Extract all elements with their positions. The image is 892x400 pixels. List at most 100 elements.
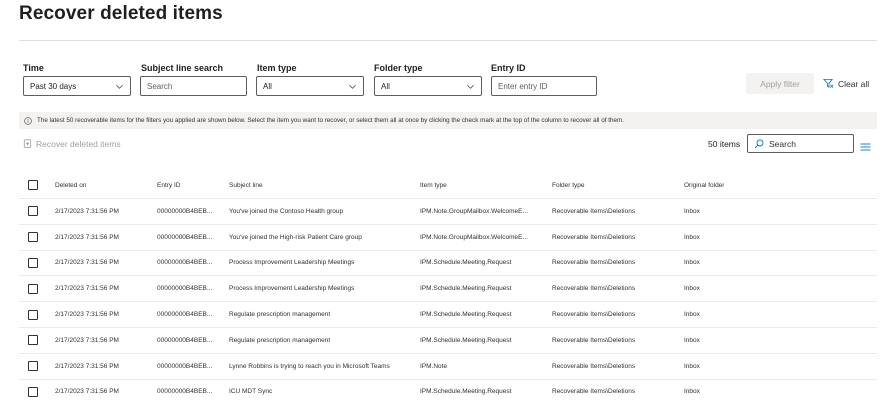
chevron-down-icon	[467, 84, 474, 89]
row-checkbox-cell[interactable]	[28, 199, 38, 224]
select-all-checkbox[interactable]	[28, 180, 38, 190]
page-title: Recover deleted items	[19, 3, 223, 24]
original-folder-cell: Inbox	[684, 362, 700, 370]
column-header-original-folder[interactable]: Original folder	[684, 172, 724, 198]
folder-type-cell: Recoverable Items\Deletions	[552, 207, 636, 215]
items-table: Deleted on Entry ID Subject line Item ty…	[19, 172, 877, 400]
column-header-subject-line[interactable]: Subject line	[229, 172, 263, 198]
table-row[interactable]: 2/17/2023 7:31:56 PM 00000000B4BEB... IC…	[19, 380, 877, 400]
recover-deleted-items-button[interactable]: Recover deleted items	[22, 138, 121, 149]
entry-id-field[interactable]	[491, 76, 597, 96]
row-checkbox[interactable]	[28, 232, 38, 243]
row-checkbox[interactable]	[28, 283, 38, 294]
subject-search-input[interactable]	[147, 81, 240, 91]
subject-search-field[interactable]	[140, 76, 247, 96]
item-type-filter-label: Item type	[257, 63, 297, 73]
row-checkbox-cell[interactable]	[28, 380, 38, 400]
folder-type-cell: Recoverable Items\Deletions	[552, 336, 636, 344]
time-filter-dropdown[interactable]: Past 30 days	[23, 76, 131, 96]
entry-id-cell: 00000000B4BEB...	[157, 362, 213, 370]
results-search-box[interactable]	[747, 134, 854, 153]
entry-id-input[interactable]	[498, 81, 590, 91]
filter-clear-icon	[823, 78, 834, 88]
table-row[interactable]: 2/17/2023 7:31:56 PM 00000000B4BEB... Pr…	[19, 251, 877, 277]
item-type-cell: IPM.Schedule.Meeting.Request	[420, 259, 512, 267]
folder-type-cell: Recoverable Items\Deletions	[552, 233, 636, 241]
row-checkbox-cell[interactable]	[28, 251, 38, 276]
deleted-on-cell: 2/17/2023 7:31:56 PM	[55, 336, 119, 344]
column-header-item-type[interactable]: Item type	[420, 172, 542, 198]
column-header-deleted-on[interactable]: Deleted on	[55, 172, 86, 198]
folder-type-value: All	[381, 81, 390, 91]
subject-line-cell: You've joined the High-risk Patient Care…	[229, 233, 362, 241]
title-divider	[19, 40, 877, 41]
original-folder-cell: Inbox	[684, 233, 700, 241]
item-type-cell: IPM.Schedule.Meeting.Request	[420, 388, 512, 396]
table-row[interactable]: 2/17/2023 7:31:56 PM 00000000B4BEB... Pr…	[19, 276, 877, 303]
entry-id-cell: 00000000B4BEB...	[157, 311, 213, 319]
original-folder-cell: Inbox	[684, 259, 700, 267]
table-row[interactable]: 2/17/2023 7:31:56 PM 00000000B4BEB... Ly…	[19, 354, 877, 380]
table-row[interactable]: 2/17/2023 7:31:56 PM 00000000B4BEB... Re…	[19, 328, 877, 354]
table-row[interactable]: 2/17/2023 7:31:56 PM 00000000B4BEB... Yo…	[19, 199, 877, 225]
subject-line-cell: You've joined the Contoso Health group	[229, 207, 344, 215]
subject-line-cell: Process Improvement Leadership Meetings	[229, 259, 355, 267]
info-message-bar: The latest 50 recoverable items for the …	[19, 112, 877, 129]
recover-label: Recover deleted items	[36, 138, 121, 149]
deleted-on-cell: 2/17/2023 7:31:56 PM	[55, 233, 119, 241]
original-folder-cell: Inbox	[684, 207, 700, 215]
apply-filter-button[interactable]: Apply filter	[746, 73, 814, 94]
deleted-on-cell: 2/17/2023 7:31:56 PM	[55, 259, 119, 267]
item-type-cell: IPM.Note	[420, 362, 448, 370]
row-checkbox[interactable]	[28, 386, 38, 397]
chevron-down-icon	[116, 84, 123, 89]
original-folder-cell: Inbox	[684, 388, 700, 396]
subject-line-cell: Regulate prescription management	[229, 311, 331, 319]
info-icon	[24, 116, 32, 125]
table-header-row: Deleted on Entry ID Subject line Item ty…	[19, 172, 877, 199]
clear-all-button[interactable]: Clear all	[823, 78, 869, 89]
item-type-dropdown[interactable]: All	[256, 76, 364, 96]
search-icon	[754, 139, 764, 148]
row-checkbox[interactable]	[28, 335, 38, 346]
row-checkbox-cell[interactable]	[28, 328, 38, 353]
item-type-cell: IPM.Schedule.Meeting.Request	[420, 311, 512, 319]
list-options-button[interactable]	[860, 139, 871, 157]
folder-type-dropdown[interactable]: All	[374, 76, 482, 96]
row-checkbox-cell[interactable]	[28, 276, 38, 301]
row-checkbox[interactable]	[28, 361, 38, 372]
row-checkbox-cell[interactable]	[28, 225, 38, 250]
select-all-checkbox-cell[interactable]	[28, 172, 38, 198]
results-search-input[interactable]	[769, 138, 839, 149]
subject-line-cell: ICU MDT Sync	[229, 388, 273, 396]
deleted-on-cell: 2/17/2023 7:31:56 PM	[55, 362, 119, 370]
entry-id-cell: 00000000B4BEB...	[157, 285, 213, 293]
item-type-cell: IPM.Schedule.Meeting.Request	[420, 336, 512, 344]
column-header-folder-type[interactable]: Folder type	[552, 172, 585, 198]
column-header-entry-id[interactable]: Entry ID	[157, 172, 219, 198]
item-type-value: All	[263, 81, 272, 91]
deleted-on-cell: 2/17/2023 7:31:56 PM	[55, 285, 119, 293]
chevron-down-icon	[349, 84, 356, 89]
subject-line-cell: Regulate prescription management	[229, 336, 331, 344]
row-checkbox[interactable]	[28, 309, 38, 320]
folder-type-cell: Recoverable Items\Deletions	[552, 259, 636, 267]
folder-type-cell: Recoverable Items\Deletions	[552, 285, 636, 293]
subject-line-cell: Process Improvement Leadership Meetings	[229, 285, 355, 293]
list-options-icon	[860, 143, 871, 151]
item-type-cell: IPM.Schedule.Meeting.Request	[420, 285, 512, 293]
entry-id-cell: 00000000B4BEB...	[157, 259, 213, 267]
table-row[interactable]: 2/17/2023 7:31:56 PM 00000000B4BEB... Yo…	[19, 225, 877, 251]
entry-id-cell: 00000000B4BEB...	[157, 207, 213, 215]
row-checkbox-cell[interactable]	[28, 354, 38, 379]
original-folder-cell: Inbox	[684, 285, 700, 293]
row-checkbox[interactable]	[28, 257, 38, 268]
entry-id-filter-label: Entry ID	[491, 63, 526, 73]
row-checkbox[interactable]	[28, 206, 38, 217]
table-row[interactable]: 2/17/2023 7:31:56 PM 00000000B4BEB... Re…	[19, 302, 877, 328]
deleted-on-cell: 2/17/2023 7:31:56 PM	[55, 207, 119, 215]
row-checkbox-cell[interactable]	[28, 302, 38, 327]
folder-type-cell: Recoverable Items\Deletions	[552, 311, 636, 319]
deleted-on-cell: 2/17/2023 7:31:56 PM	[55, 388, 119, 396]
recover-icon	[23, 139, 32, 149]
